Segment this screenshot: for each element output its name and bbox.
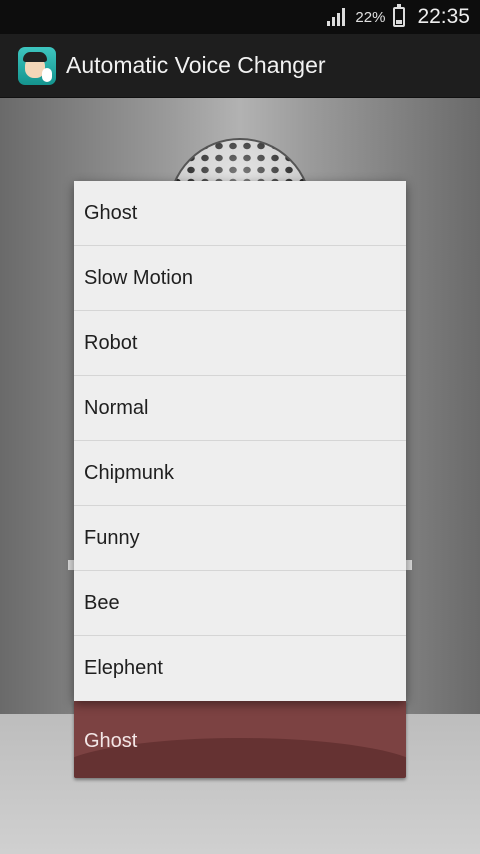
app-logo-icon[interactable] [18, 46, 56, 85]
voice-option-ghost[interactable]: Ghost [74, 181, 406, 246]
app-title: Automatic Voice Changer [66, 52, 326, 78]
battery-icon [393, 4, 406, 27]
voice-option-funny[interactable]: Funny [74, 506, 406, 571]
signal-icon [327, 8, 347, 26]
voice-option-chipmunk[interactable]: Chipmunk [74, 441, 406, 506]
spinner-selected-label: Ghost [84, 730, 138, 752]
voice-dropdown-list: Ghost Slow Motion Robot Normal Chipmunk … [74, 181, 406, 701]
action-bar: Automatic Voice Changer [0, 34, 480, 98]
status-bar: 22% 22:35 [0, 0, 480, 34]
voice-option-elephent[interactable]: Elephent [74, 636, 406, 701]
battery-percent: 22% [355, 8, 386, 26]
voice-option-normal[interactable]: Normal [74, 376, 406, 441]
voice-option-slow-motion[interactable]: Slow Motion [74, 246, 406, 311]
voice-option-robot[interactable]: Robot [74, 311, 406, 376]
voice-option-bee[interactable]: Bee [74, 571, 406, 636]
clock: 22:35 [417, 5, 470, 28]
voice-spinner[interactable]: Ghost [74, 700, 406, 778]
